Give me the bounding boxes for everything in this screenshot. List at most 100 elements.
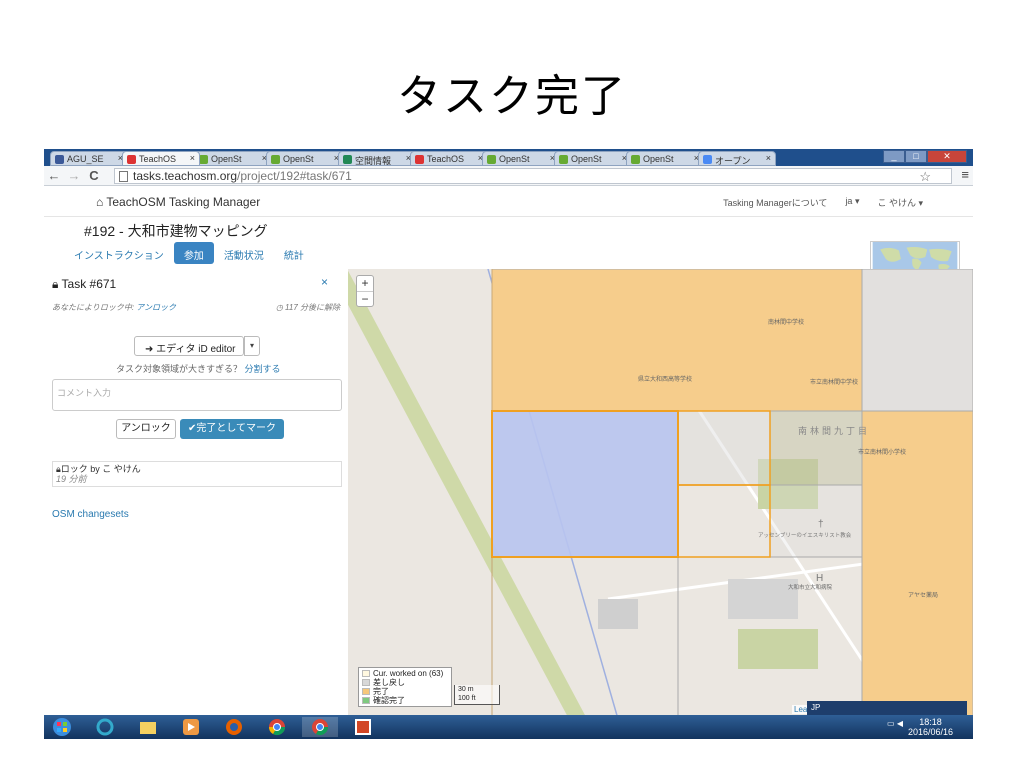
navbar-right: Tasking Managerについて ja ▾ こ やけん ▾: [723, 196, 923, 209]
editor-dropdown-caret[interactable]: ▾: [244, 336, 260, 356]
chrome-icon[interactable]: [259, 717, 295, 737]
browser-tab[interactable]: AGU_SE ×: [50, 151, 128, 166]
task-panel: 🔒︎ Task #671 × あなたによりロック中: アンロック ◷ 117 分…: [48, 269, 344, 739]
church-icon: †: [818, 519, 824, 530]
screenshot: AGU_SE × TeachOS × OpenSt × OpenSt × 空間情報 × TeachO…: [44, 149, 973, 739]
firefox-icon[interactable]: [216, 717, 252, 737]
forward-arrow-icon[interactable]: →: [64, 168, 84, 183]
user-dropdown[interactable]: こ やけん ▾: [877, 196, 923, 209]
tab-favicon-icon: [199, 155, 208, 164]
slide-title: タスク完了: [397, 71, 627, 122]
maximize-icon[interactable]: □: [905, 150, 927, 163]
powerpoint-icon[interactable]: [345, 717, 381, 737]
lock-icon: 🔒︎: [52, 277, 62, 291]
lock-info: あなたによりロック中: アンロック: [52, 303, 176, 312]
legend-label: 確認完了: [373, 696, 405, 705]
browser-tab[interactable]: OpenSt ×: [194, 151, 272, 166]
tab-close-icon[interactable]: ×: [190, 153, 195, 163]
tab-stats[interactable]: 統計: [274, 242, 314, 264]
minimize-icon[interactable]: _: [883, 150, 905, 163]
about-link[interactable]: Tasking Managerについて: [723, 196, 827, 209]
browser-tab[interactable]: 空間情報 ×: [338, 151, 416, 166]
edit-button[interactable]: ➜ エディタ iD editor: [134, 336, 244, 356]
back-arrow-icon[interactable]: ←: [44, 168, 64, 183]
tab-close-icon[interactable]: ×: [766, 153, 771, 163]
language-bar[interactable]: JP: [807, 701, 967, 715]
project-title: #192 - 大和市建物マッピング: [84, 223, 268, 239]
tab-label: OpenSt: [283, 154, 314, 164]
osm-changesets-link[interactable]: OSM changesets: [52, 509, 129, 520]
tab-label: 空間情報: [355, 156, 392, 166]
url-bar[interactable]: tasks.teachosm.org/project/192#task/671 …: [114, 168, 952, 184]
clock-date: 2016/06/16: [907, 727, 953, 737]
browser-tab[interactable]: OpenSt ×: [482, 151, 560, 166]
tab-favicon-icon: [127, 155, 136, 164]
windows-taskbar: JP ▭ ◀ 18:18 2016/06/16: [44, 701, 973, 739]
tray-lang: JP: [811, 703, 821, 712]
map-label-church: アッセンブリーのイエスキリスト教会: [758, 531, 852, 539]
history-time: 19 分前: [56, 474, 87, 484]
browser-tab[interactable]: オープン ×: [698, 151, 776, 166]
tab-activity[interactable]: 活動状況: [214, 242, 274, 264]
legend-label: Cur. worked on (63): [373, 669, 444, 678]
window-controls: _ □ ✕: [883, 150, 967, 163]
browser-tab[interactable]: OpenSt ×: [626, 151, 704, 166]
task-title-text: Task #671: [61, 277, 117, 291]
map-label-school4: 市立南林間小学校: [858, 448, 906, 456]
too-large-note: タスク対象領域が大きすぎる？ 分割する: [116, 362, 281, 375]
tab-favicon-icon: [703, 155, 712, 164]
legend-label: 差し戻し: [373, 678, 405, 687]
bookmark-star-icon[interactable]: ☆: [919, 170, 931, 184]
start-button[interactable]: [44, 717, 80, 737]
close-window-icon[interactable]: ✕: [927, 150, 967, 163]
tab-favicon-icon: [271, 155, 280, 164]
timer-text: 117 分後に解除: [285, 303, 340, 312]
legend-item: 差し戻し: [362, 678, 448, 687]
map-scale: 30 m 100 ft: [454, 685, 500, 705]
task-map[interactable]: 南林間中学校 県立大和西高等学校 市立南林間中学校 南林間九丁目 市立南林間小学…: [348, 269, 973, 719]
network-icon: ▭: [887, 719, 895, 728]
mark-done-button[interactable]: ✔完了としてマーク: [180, 419, 284, 439]
legend-swatch: [362, 679, 370, 687]
hospital-icon: H: [816, 573, 823, 584]
too-large-text: タスク対象領域が大きすぎる？: [116, 364, 243, 374]
explorer-icon[interactable]: [130, 717, 166, 737]
locked-by-text: あなたによりロック中: [52, 303, 132, 312]
brand[interactable]: ⌂ TeachOSM Tasking Manager: [96, 195, 260, 209]
map-label-pharmacy: アヤセ薬局: [908, 591, 938, 599]
media-player-icon[interactable]: [173, 717, 209, 737]
reload-icon[interactable]: C: [84, 168, 104, 183]
tab-label: オープン: [715, 156, 751, 166]
chrome-active-icon[interactable]: [302, 717, 338, 737]
system-clock[interactable]: 18:18 2016/06/16: [908, 717, 953, 737]
ie-icon[interactable]: [87, 717, 123, 737]
browser-tab[interactable]: OpenSt ×: [266, 151, 344, 166]
brand-label: TeachOSM Tasking Manager: [106, 195, 261, 209]
url-host: tasks.teachosm.org: [133, 169, 238, 183]
language-dropdown[interactable]: ja ▾: [845, 196, 859, 209]
browser-tab[interactable]: TeachOS ×: [410, 151, 488, 166]
tab-favicon-icon: [343, 155, 352, 164]
map-legend: Cur. worked on (63) 差し戻し 完了 確認完了: [358, 667, 452, 707]
tile-done-top: [491, 269, 863, 412]
map-label-hospital: 大和市立大和病院: [788, 583, 833, 591]
browser-tab[interactable]: OpenSt ×: [554, 151, 632, 166]
tab-contribute[interactable]: 参加: [173, 242, 214, 264]
unlock-timer: ◷ 117 分後に解除: [276, 302, 340, 313]
tab-instructions[interactable]: インストラクション: [64, 242, 174, 264]
zoom-in-button[interactable]: +: [357, 276, 373, 291]
system-tray[interactable]: ▭ ◀: [887, 719, 903, 728]
legend-item: 完了: [362, 687, 448, 696]
zoom-control: + −: [356, 275, 374, 307]
legend-label: 完了: [373, 687, 389, 696]
unlock-button[interactable]: アンロック: [116, 419, 176, 439]
comment-field[interactable]: コメント入力: [52, 379, 342, 411]
split-link[interactable]: 分割する: [245, 364, 281, 374]
task-title: 🔒︎ Task #671: [52, 277, 116, 292]
close-icon[interactable]: ×: [321, 275, 328, 289]
unlock-link[interactable]: アンロック: [136, 303, 176, 312]
legend-item: Cur. worked on (63): [362, 669, 448, 678]
zoom-out-button[interactable]: −: [357, 291, 373, 307]
browser-tab[interactable]: TeachOS ×: [122, 151, 200, 166]
menu-icon[interactable]: ≡: [961, 167, 969, 182]
